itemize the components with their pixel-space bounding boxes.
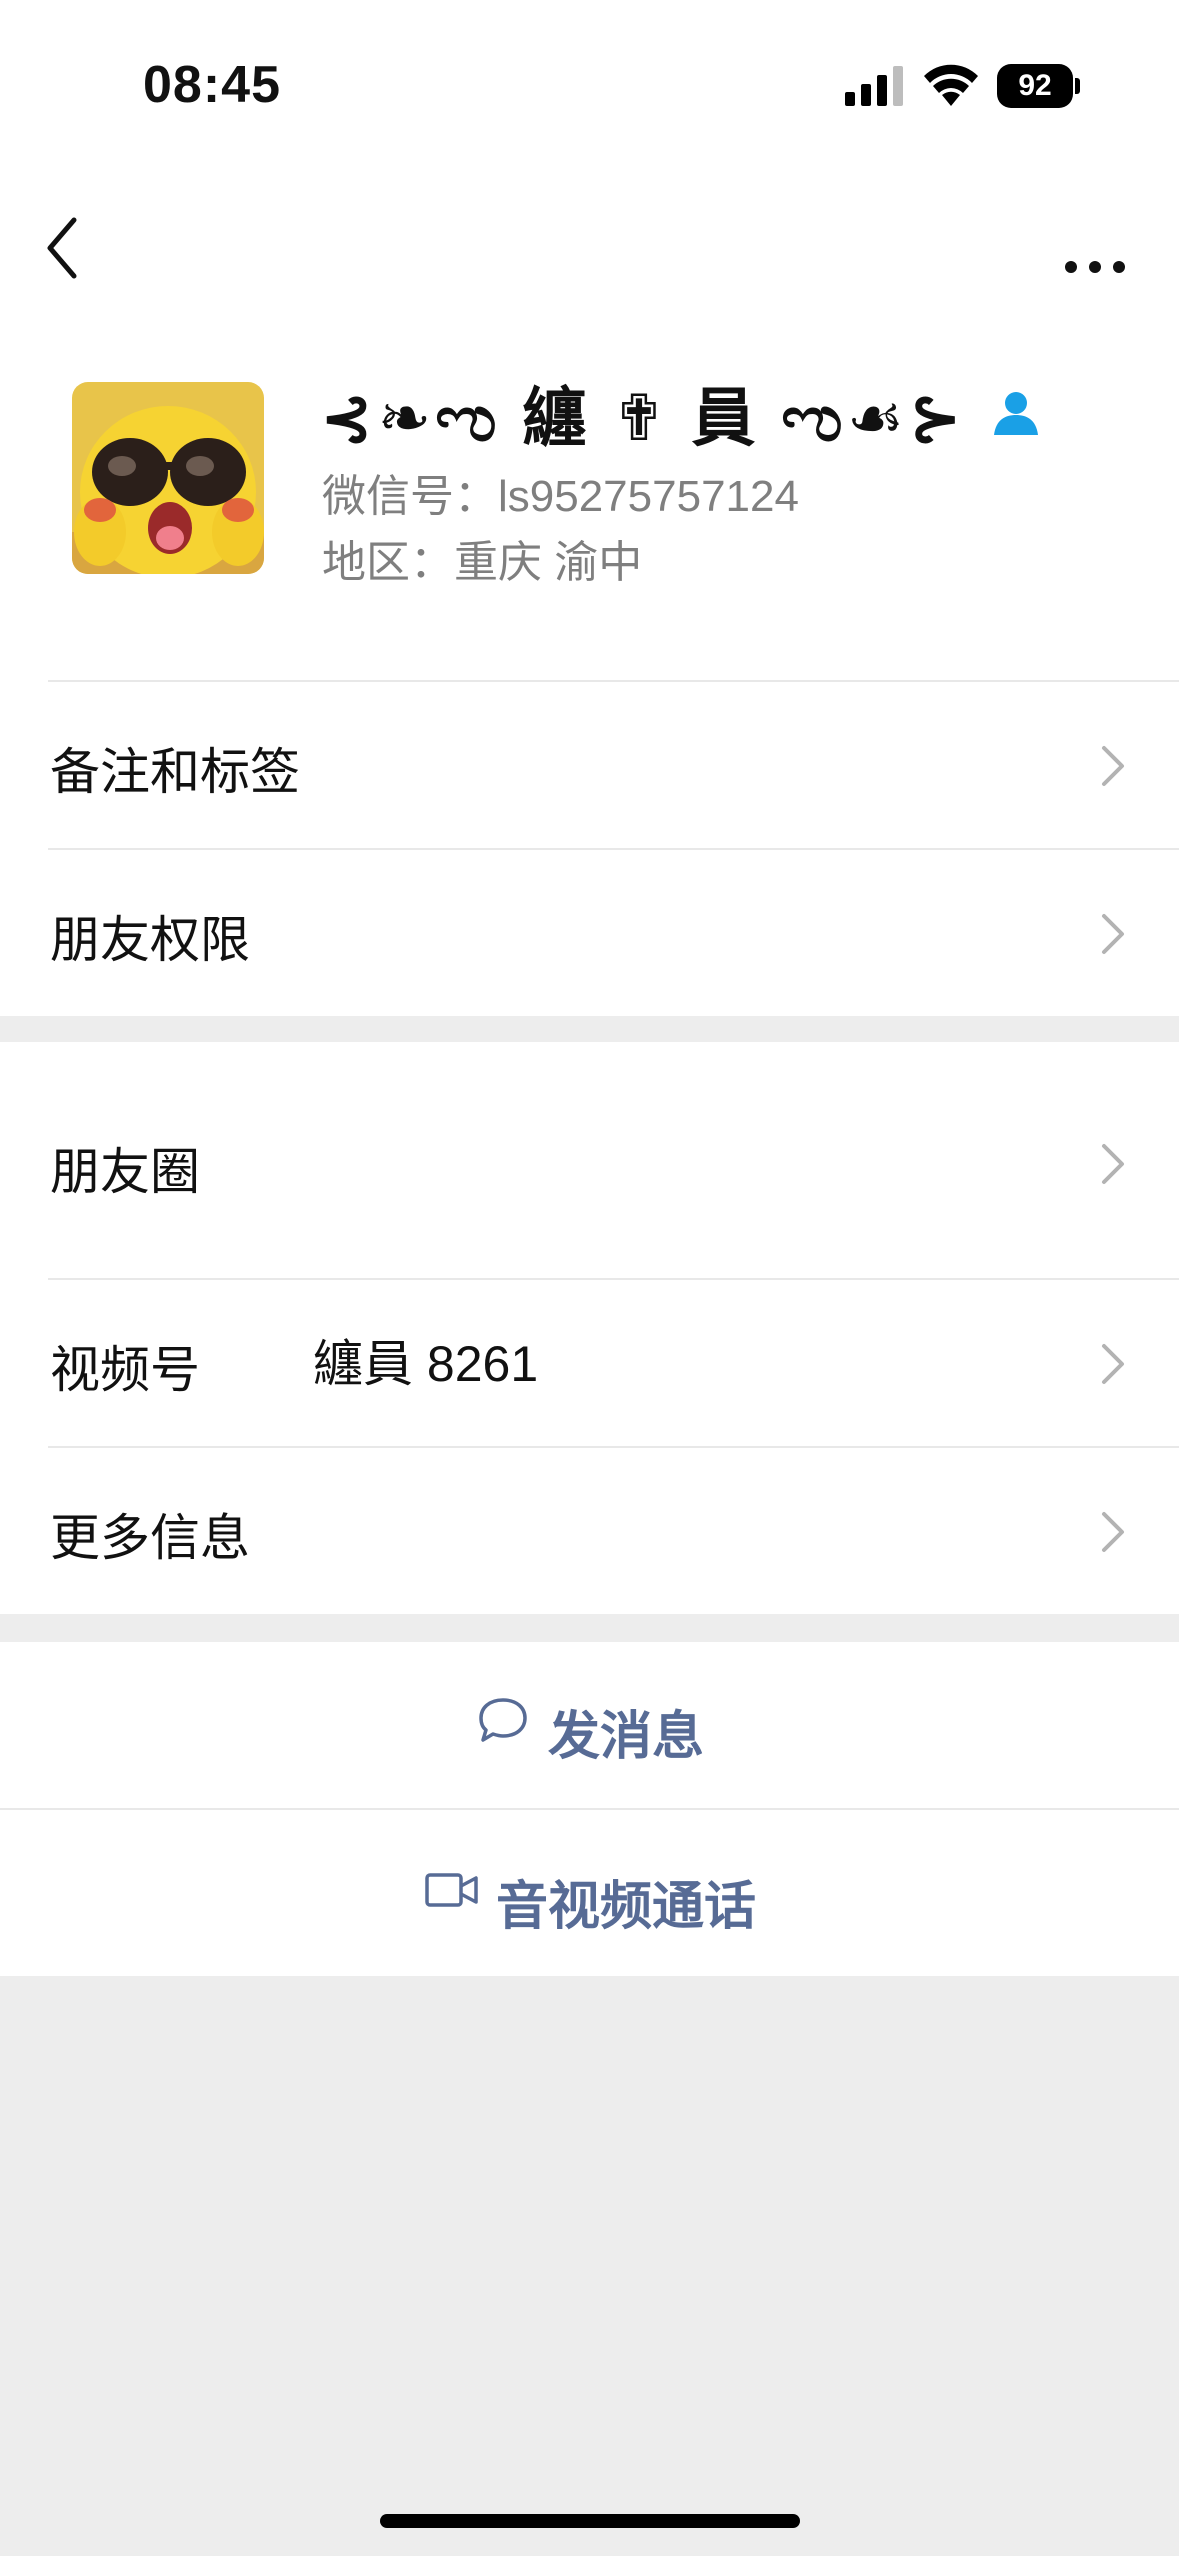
contact-icon <box>993 392 1038 435</box>
friend-permissions-row[interactable]: 朋友权限 <box>0 848 1179 1016</box>
status-time: 08:45 <box>143 56 281 114</box>
channels-label: 视频号 <box>50 1342 200 1398</box>
channels-row[interactable]: 视频号 纏員 8261 <box>0 1278 1179 1446</box>
remark-and-tags-label: 备注和标签 <box>50 744 300 800</box>
chevron-right-icon <box>1102 1144 1124 1184</box>
send-message-button[interactable]: 发消息 <box>0 1642 1179 1808</box>
video-camera-icon <box>425 1873 478 1907</box>
divider <box>48 680 1179 682</box>
nickname-row: ⊰❧ಌ 纏 ✟ 員 ಌ☙⊱ <box>320 368 1042 458</box>
avatar[interactable] <box>72 382 264 574</box>
region: 地区：重庆 渝中 <box>322 538 643 587</box>
wechat-id: 微信号：ls95275757124 <box>322 472 799 521</box>
divider <box>0 1808 1179 1810</box>
battery-level: 92 <box>997 64 1073 108</box>
friend-permissions-label: 朋友权限 <box>50 912 250 968</box>
wifi-icon <box>924 64 978 106</box>
moments-row[interactable]: 朋友圈 <box>0 1042 1179 1278</box>
nav-bar <box>0 170 1179 320</box>
remark-and-tags-row[interactable]: 备注和标签 <box>0 680 1179 848</box>
moments-label: 朋友圈 <box>50 1144 200 1200</box>
divider <box>48 1446 1179 1448</box>
more-info-label: 更多信息 <box>50 1510 250 1566</box>
divider <box>48 848 1179 850</box>
chat-bubble-icon <box>479 1698 527 1742</box>
battery-icon: 92 <box>997 64 1080 108</box>
nickname: ⊰❧ಌ 纏 ✟ 員 ಌ☙⊱ <box>320 382 966 454</box>
chevron-right-icon <box>1102 746 1124 786</box>
status-bar: 08:45 92 <box>0 0 1179 170</box>
video-call-label: 音视频通话 <box>496 1878 757 1936</box>
home-indicator[interactable] <box>380 2514 800 2528</box>
video-call-button[interactable]: 音视频通话 <box>0 1808 1179 1976</box>
chevron-right-icon <box>1102 914 1124 954</box>
more-options-icon[interactable] <box>1055 210 1135 280</box>
back-chevron-icon[interactable] <box>40 198 90 298</box>
send-message-label: 发消息 <box>548 1708 705 1766</box>
profile-header: ⊰❧ಌ 纏 ✟ 員 ಌ☙⊱ 微信号：ls95275757124 地区：重庆 渝中 <box>0 320 1179 680</box>
cellular-signal-icon <box>845 66 903 106</box>
chevron-right-icon <box>1102 1344 1124 1384</box>
chevron-right-icon <box>1102 1512 1124 1552</box>
divider <box>48 1278 1179 1280</box>
more-info-row[interactable]: 更多信息 <box>0 1446 1179 1614</box>
channels-value: 纏員 8261 <box>313 1336 539 1392</box>
battery-cap <box>1075 78 1080 94</box>
